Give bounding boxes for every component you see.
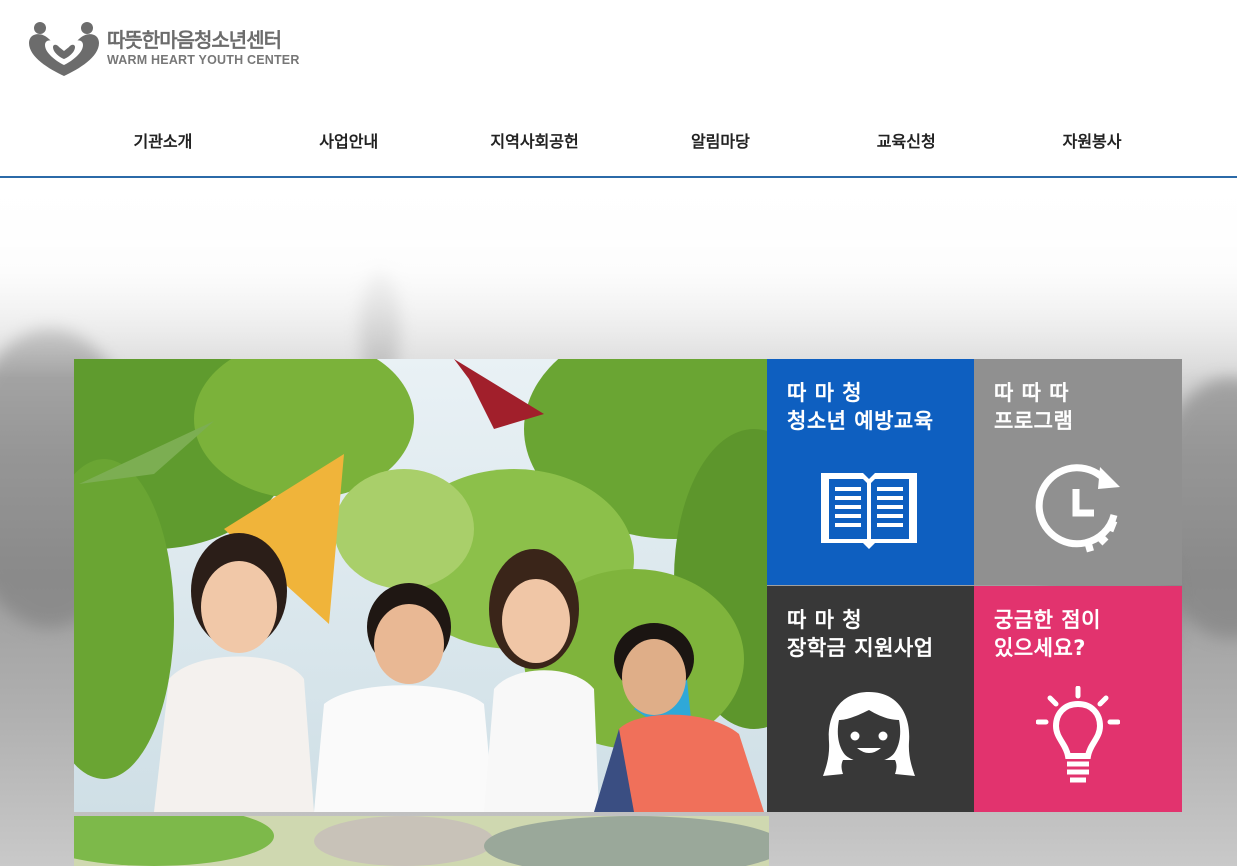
- tile-title-line2: 있으세요?: [994, 636, 1086, 660]
- tile-title-line1: 따 마 청: [787, 381, 863, 405]
- tile-title-line2: 장학금 지원사업: [787, 636, 934, 660]
- tile-program[interactable]: 따 따 따 프로그램: [974, 359, 1182, 585]
- logo-english-name: WARM HEART YOUTH CENTER: [107, 53, 300, 67]
- tile-title-line1: 궁금한 점이: [994, 608, 1101, 632]
- secondary-photo-image: [74, 816, 769, 866]
- nav-item-volunteer[interactable]: 자원봉사: [999, 122, 1185, 162]
- clock-icon: [1035, 464, 1120, 553]
- tile-faq[interactable]: 궁금한 점이 있으세요?: [974, 586, 1182, 812]
- lightbulb-icon: [1036, 686, 1120, 783]
- girl-face-icon: [823, 692, 915, 776]
- secondary-photo: [74, 816, 769, 866]
- main-navigation: 기관소개 사업안내 지역사회공헌 알림마당 교육신청 자원봉사: [70, 122, 1185, 162]
- main-photo-kids-paper-planes: [74, 359, 767, 812]
- nav-item-community[interactable]: 지역사회공헌: [442, 122, 628, 162]
- tile-title-line2: 프로그램: [994, 409, 1074, 433]
- tile-scholarship[interactable]: 따 마 청 장학금 지원사업: [767, 586, 974, 812]
- tile-title-line1: 따 따 따: [994, 381, 1070, 405]
- logo-hearts-icon: [29, 22, 99, 76]
- tile-title-line1: 따 마 청: [787, 608, 863, 632]
- tile-title-line2: 청소년 예방교육: [787, 409, 934, 433]
- book-icon: [821, 473, 917, 549]
- nav-item-notice[interactable]: 알림마당: [627, 122, 813, 162]
- nav-item-education[interactable]: 교육신청: [813, 122, 999, 162]
- site-logo[interactable]: 따뜻한마음청소년센터 WARM HEART YOUTH CENTER: [27, 18, 300, 78]
- site-header: 따뜻한마음청소년센터 WARM HEART YOUTH CENTER 기관소개 …: [0, 0, 1237, 178]
- nav-item-about[interactable]: 기관소개: [70, 122, 256, 162]
- tile-prevention-education[interactable]: 따 마 청 청소년 예방교육: [767, 359, 974, 585]
- nav-item-programs[interactable]: 사업안내: [256, 122, 442, 162]
- kids-paper-planes-image: [74, 359, 767, 812]
- logo-korean-name: 따뜻한마음청소년센터: [107, 28, 282, 52]
